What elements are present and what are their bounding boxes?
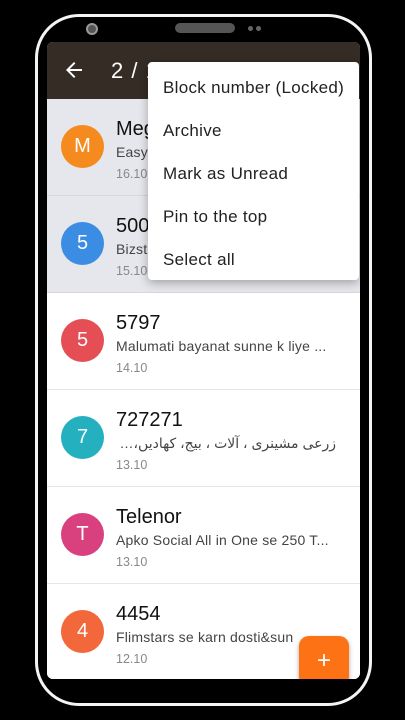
conversation-row[interactable]: T Telenor Apko Social All in One se 250 … [47,487,360,584]
avatar: T [61,513,104,556]
sensor-dot [256,26,261,31]
message-date: 12.10 [116,652,148,666]
message-date: 14.10 [116,361,148,375]
phone-frame: 2 / 1 M Meg Easy 16.10 5 500 Bizst 15.10… [35,14,372,706]
message-date: 15.10 [116,264,148,278]
menu-item-archive[interactable]: Archive [148,109,359,152]
menu-item-block-number[interactable]: Block number (Locked) [148,66,359,109]
menu-item-select-all[interactable]: Select all [148,238,359,281]
message-snippet: Apko Social All in One se 250 T... [116,532,329,548]
message-date: 16.10 [116,167,148,181]
overflow-menu: Block number (Locked) Archive Mark as Un… [148,62,359,280]
menu-item-pin-top[interactable]: Pin to the top [148,195,359,238]
avatar: 5 [61,222,104,265]
avatar: 5 [61,319,104,362]
avatar: M [61,125,104,168]
new-message-button[interactable]: + [299,636,349,679]
avatar: 7 [61,416,104,459]
back-arrow-icon[interactable] [62,58,86,82]
contact-name: 5797 [116,312,161,334]
menu-item-mark-unread[interactable]: Mark as Unread [148,152,359,195]
sensor-dot [248,26,253,31]
conversation-row[interactable]: 5 5797 Malumati bayanat sunne k liye ...… [47,293,360,390]
screen: 2 / 1 M Meg Easy 16.10 5 500 Bizst 15.10… [47,42,360,679]
contact-name: 727271 [116,409,183,431]
message-date: 13.10 [116,458,148,472]
conversation-row[interactable]: 7 727271 زرعی مشینری ، آلات ، بیج، کھادی… [47,390,360,487]
message-snippet: Malumati bayanat sunne k liye ... [116,338,327,354]
camera-icon [86,23,98,35]
message-date: 13.10 [116,555,148,569]
contact-name: Telenor [116,506,182,528]
contact-name: 4454 [116,603,161,625]
speaker-grille [175,23,235,33]
avatar: 4 [61,610,104,653]
message-snippet: زرعی مشینری ، آلات ، بیج، کھادیں، اور ..… [116,435,336,451]
